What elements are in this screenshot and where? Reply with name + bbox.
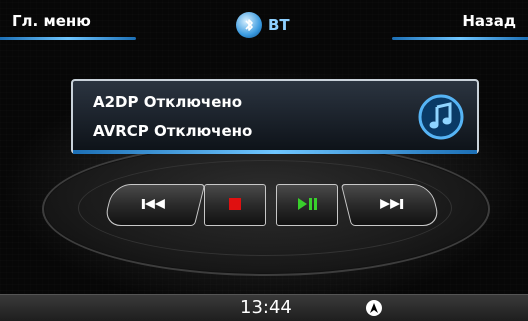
main-menu-button[interactable]: Гл. меню [0, 0, 140, 42]
stop-icon [228, 196, 242, 215]
main-menu-label: Гл. меню [12, 12, 91, 30]
main-menu-underline [0, 37, 136, 40]
music-note-icon [417, 93, 465, 141]
bt-audio-screen: Гл. меню BT Назад A2DP Отключено AVRCP О… [0, 0, 528, 321]
status-bar: 13:44 [0, 294, 528, 321]
back-button[interactable]: Назад [388, 0, 528, 42]
next-track-button[interactable] [340, 184, 442, 226]
previous-track-icon [140, 196, 168, 215]
screen-title-text: BT [268, 16, 290, 34]
status-panel-underline [73, 150, 477, 154]
previous-track-button[interactable] [102, 184, 206, 226]
navigation-arrow-icon[interactable] [366, 300, 382, 316]
avrcp-status: AVRCP Отключено [93, 122, 253, 140]
back-underline [392, 37, 528, 40]
screen-title: BT [236, 10, 290, 40]
play-pause-button[interactable] [276, 184, 338, 226]
clock: 13:44 [240, 297, 292, 318]
status-panel: A2DP Отключено AVRCP Отключено [71, 79, 479, 154]
bluetooth-icon [236, 12, 262, 38]
a2dp-status: A2DP Отключено [93, 93, 243, 111]
play-pause-icon [296, 196, 318, 215]
back-label: Назад [462, 12, 516, 30]
stop-button[interactable] [204, 184, 266, 226]
next-track-icon [377, 196, 405, 215]
